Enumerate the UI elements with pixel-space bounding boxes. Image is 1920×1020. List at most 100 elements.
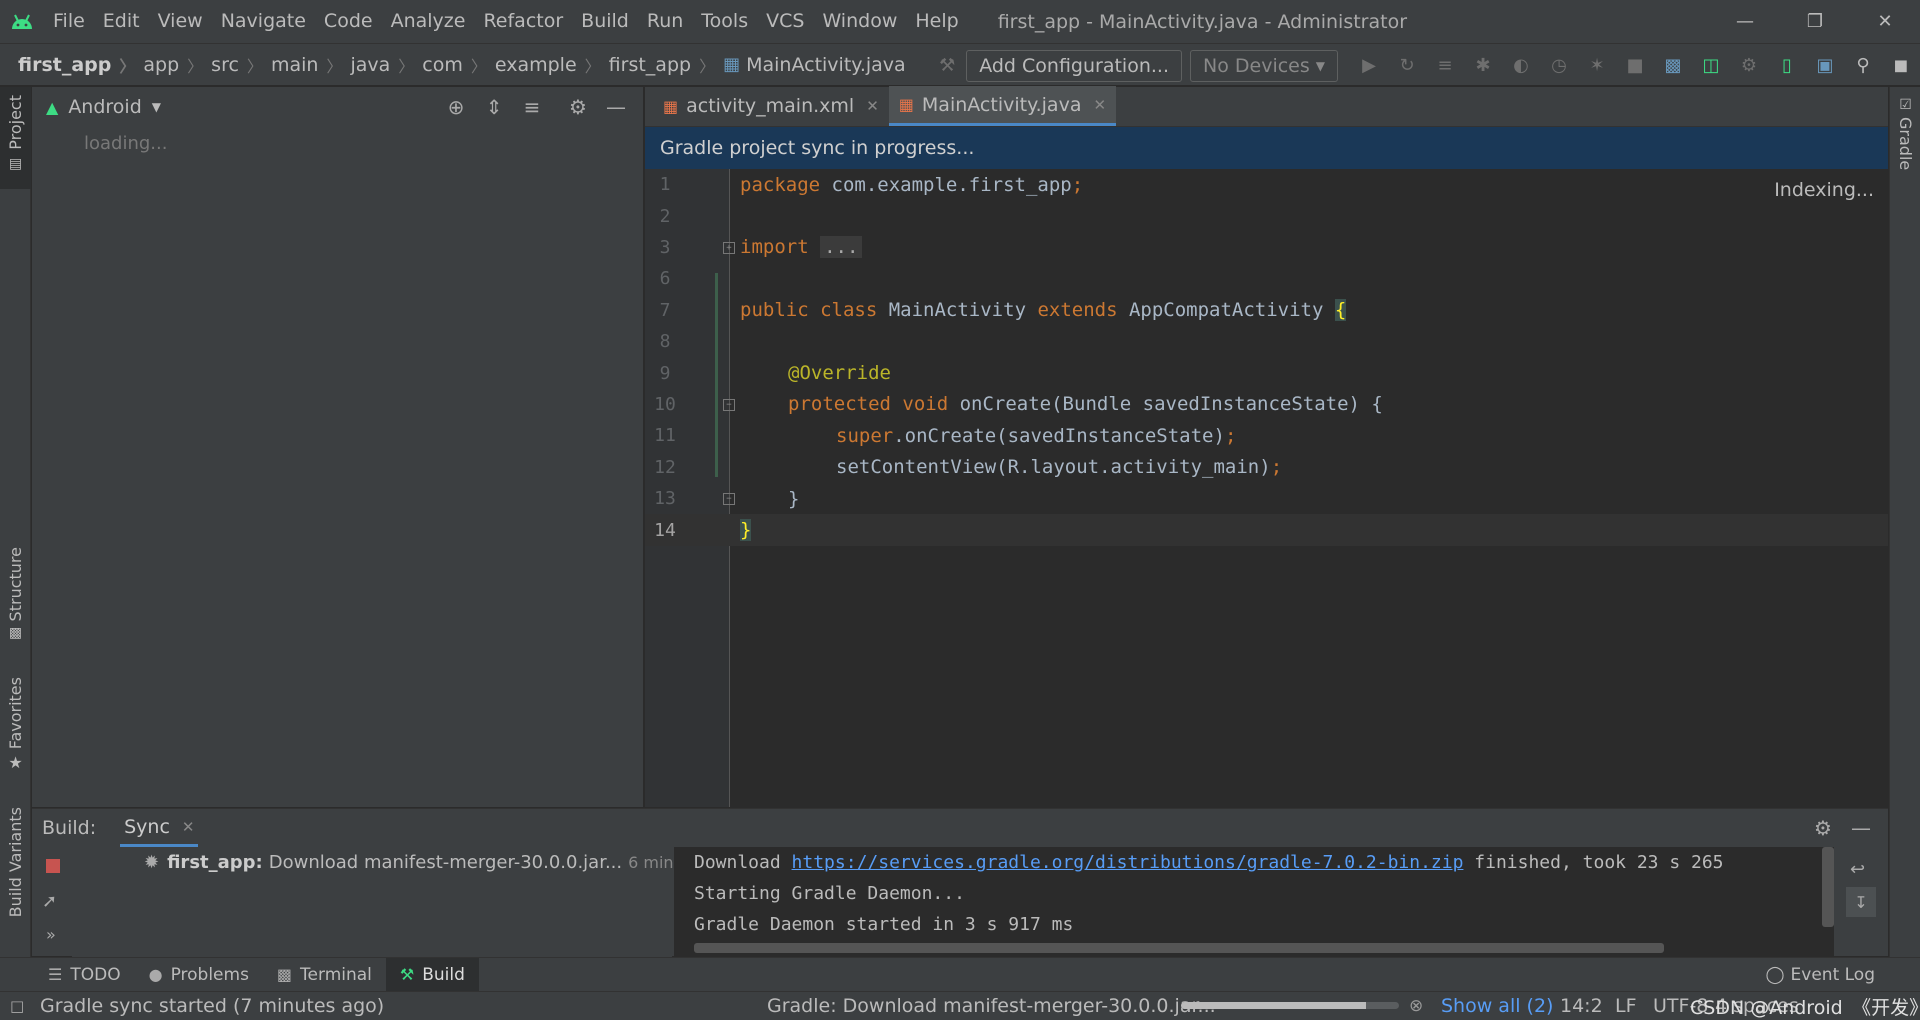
tab-main-activity-java[interactable]: ▦ MainActivity.java ✕ <box>888 86 1117 126</box>
menu-run[interactable]: Run <box>638 0 692 43</box>
status-message[interactable]: Gradle sync started (7 minutes ago) <box>40 995 384 1017</box>
menu-window[interactable]: Window <box>813 0 906 43</box>
hammer-icon[interactable]: ⚒ <box>931 50 963 82</box>
keyword: super <box>836 424 894 447</box>
project-panel-header: ▲ Android ▼ ⊕ ⇕ ≡ ⚙ — <box>32 87 643 127</box>
hammer-icon: ⚒ <box>399 965 415 984</box>
progress-bar <box>1181 1002 1399 1009</box>
device-manager-icon[interactable]: ◫ <box>1695 50 1727 82</box>
search-icon[interactable]: ⚲ <box>1847 50 1879 82</box>
apply-changes-icon[interactable]: ↻ <box>1391 50 1423 82</box>
tool-tab-gradle[interactable]: ☑ Gradle <box>1890 97 1920 170</box>
tool-tab-structure[interactable]: Structure ▩ <box>0 547 31 647</box>
menu-vcs[interactable]: VCS <box>757 0 813 43</box>
horizontal-scrollbar[interactable] <box>694 943 1664 953</box>
tab-sync[interactable]: Sync ✕ <box>120 809 199 847</box>
tool-tab-problems[interactable]: ● Problems <box>135 958 263 992</box>
project-structure-icon[interactable]: ▩ <box>1657 50 1689 82</box>
hide-icon[interactable]: — <box>1842 809 1880 847</box>
breadcrumb-java[interactable]: java 〉 <box>350 53 422 77</box>
restore-button[interactable]: ❐ <box>1780 0 1850 43</box>
breadcrumb-project[interactable]: first_app 〉 <box>18 53 143 77</box>
hide-icon[interactable]: — <box>597 88 635 126</box>
breadcrumb-main[interactable]: main 〉 <box>271 53 351 77</box>
gear-icon[interactable]: ⚙ <box>1804 809 1842 847</box>
build-console[interactable]: Download https://services.gradle.org/dis… <box>674 847 1834 957</box>
scroll-to-end-icon[interactable]: ↧ <box>1846 887 1876 917</box>
tool-tab-favorites[interactable]: Favorites ★ <box>0 677 31 777</box>
code-area[interactable]: Indexing... 1 package com.example.first_a… <box>645 169 1888 807</box>
project-view-select[interactable]: ▲ Android ▼ <box>46 96 161 118</box>
tool-tab-project[interactable]: Project ▤ <box>0 87 31 189</box>
breadcrumb-com[interactable]: com 〉 <box>422 53 495 77</box>
close-icon[interactable]: ✕ <box>866 97 879 115</box>
tool-tab-terminal[interactable]: ▩ Terminal <box>263 958 386 992</box>
chevron-right-icon: 〉 <box>187 56 204 76</box>
menu-build[interactable]: Build <box>572 0 638 43</box>
pin-icon[interactable]: ➚ <box>42 891 57 912</box>
avd-manager-icon[interactable]: ▯ <box>1771 50 1803 82</box>
run-configuration-select[interactable]: Add Configuration... <box>966 49 1182 82</box>
menu-navigate[interactable]: Navigate <box>212 0 315 43</box>
attach-debugger-icon[interactable]: ✶ <box>1581 50 1613 82</box>
close-icon[interactable]: ✕ <box>1093 96 1106 114</box>
tab-activity-main-xml[interactable]: ▦ activity_main.xml ✕ <box>653 86 889 126</box>
cancel-icon[interactable]: ⊗ <box>1409 996 1423 1016</box>
menu-analyze[interactable]: Analyze <box>382 0 475 43</box>
tool-tab-event-log[interactable]: ◯ Event Log <box>1766 958 1876 992</box>
minimize-button[interactable]: — <box>1710 0 1780 43</box>
stop-icon[interactable]: ■ <box>1619 50 1651 82</box>
stop-icon[interactable] <box>46 859 60 873</box>
folded-imports[interactable]: ... <box>820 236 863 259</box>
debug-icon[interactable]: ✱ <box>1467 50 1499 82</box>
user-icon[interactable]: ◼ <box>1885 50 1917 82</box>
fold-expand-icon[interactable]: + <box>723 241 735 254</box>
tool-tab-todo[interactable]: ☰ TODO <box>34 958 135 992</box>
caret-position[interactable]: 14:2 <box>1560 995 1603 1017</box>
breadcrumb-src[interactable]: src 〉 <box>211 53 271 77</box>
device-select[interactable]: No Devices ▼ <box>1190 49 1338 82</box>
structure-icon: ▩ <box>8 625 23 642</box>
tool-tab-build[interactable]: ⚒ Build <box>385 957 479 992</box>
tool-tab-build-variants[interactable]: Build Variants <box>0 807 31 947</box>
console-line: Download https://services.gradle.org/dis… <box>674 847 1834 878</box>
menu-help[interactable]: Help <box>906 0 967 43</box>
build-body: ➚ » ✹ first_app: Download manifest-merge… <box>32 847 1888 957</box>
run-icon[interactable]: ▶ <box>1353 50 1385 82</box>
breadcrumb-file[interactable]: ▦ MainActivity.java <box>723 54 906 76</box>
locate-file-icon[interactable]: ⊕ <box>437 88 475 126</box>
expand-all-icon[interactable]: ⇕ <box>475 88 513 126</box>
sync-gradle-icon[interactable]: ⚙ <box>1733 50 1765 82</box>
gradle-download-link[interactable]: https://services.gradle.org/distribution… <box>792 852 1464 873</box>
soft-wrap-icon[interactable]: ↩ <box>1850 859 1865 880</box>
close-icon[interactable]: ✕ <box>182 818 195 836</box>
status-panel-icon[interactable]: □ <box>10 997 24 1015</box>
close-window-button[interactable]: ✕ <box>1850 0 1920 43</box>
menu-refactor[interactable]: Refactor <box>474 0 572 43</box>
chevron-right-icon: 〉 <box>398 56 415 76</box>
android-studio-logo-icon <box>0 0 44 43</box>
coverage-icon[interactable]: ◐ <box>1505 50 1537 82</box>
collapse-all-icon[interactable]: ≡ <box>513 88 551 126</box>
more-icon[interactable]: » <box>46 925 56 944</box>
profile-icon[interactable]: ◷ <box>1543 50 1575 82</box>
breadcrumb-app[interactable]: app 〉 <box>143 53 211 77</box>
menu-tools[interactable]: Tools <box>692 0 757 43</box>
build-task-row[interactable]: ✹ first_app: Download manifest-merger-30… <box>144 847 736 877</box>
show-all-link[interactable]: Show all (2) <box>1441 995 1553 1017</box>
apply-code-changes-icon[interactable]: ≡ <box>1429 50 1461 82</box>
breadcrumb-package[interactable]: first_app 〉 <box>609 53 723 77</box>
menu-view[interactable]: View <box>149 0 212 43</box>
fold-collapse-icon[interactable]: − <box>723 398 735 411</box>
menu-code[interactable]: Code <box>315 0 382 43</box>
fold-end-icon[interactable]: − <box>723 493 735 505</box>
sdk-manager-icon[interactable]: ▣ <box>1809 50 1841 82</box>
project-loading-text: loading... <box>84 133 168 154</box>
line-separator[interactable]: LF <box>1615 995 1637 1017</box>
code-line: 11 super.onCreate(savedInstanceState); <box>645 420 1888 451</box>
menu-file[interactable]: File <box>44 0 94 43</box>
menu-edit[interactable]: Edit <box>94 0 149 43</box>
gear-icon[interactable]: ⚙ <box>559 88 597 126</box>
breadcrumb-example[interactable]: example 〉 <box>495 53 609 77</box>
vertical-scrollbar[interactable] <box>1822 847 1834 927</box>
